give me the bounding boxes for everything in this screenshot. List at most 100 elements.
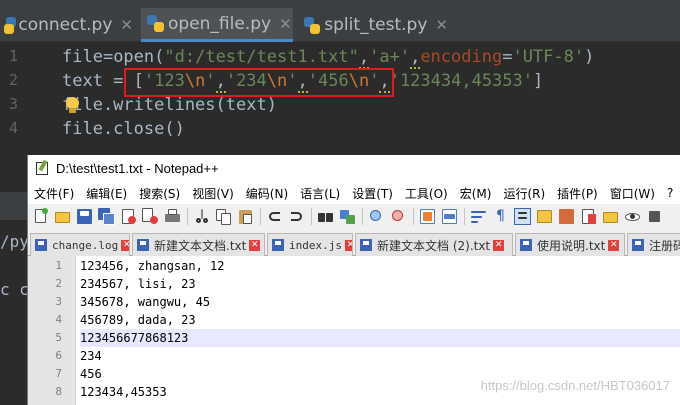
- line-number: 2: [8, 71, 18, 89]
- text-line[interactable]: 234: [80, 347, 680, 365]
- record-macro-icon[interactable]: [646, 208, 663, 225]
- text-line[interactable]: 345678, wangwu, 45: [80, 293, 680, 311]
- close-icon[interactable]: ✕: [344, 239, 352, 251]
- close-icon[interactable]: ✕: [249, 239, 261, 251]
- close-all-icon[interactable]: [142, 207, 159, 225]
- toolbar-separator: [187, 207, 188, 225]
- menu-tools[interactable]: 工具(O): [405, 185, 448, 202]
- word-wrap-icon[interactable]: [470, 208, 487, 225]
- show-all-chars-icon[interactable]: ¶: [492, 208, 509, 225]
- menu-bar: 文件(F) 编辑(E) 搜索(S) 视图(V) 编码(N) 语言(L) 设置(T…: [28, 182, 680, 204]
- tab-label: change.log: [52, 238, 119, 252]
- menu-search[interactable]: 搜索(S): [139, 185, 180, 202]
- menu-plugins[interactable]: 插件(P): [557, 185, 598, 202]
- tab-label: 注册码: [649, 238, 680, 253]
- toolbar-separator: [311, 207, 312, 225]
- ide-tab-bar: connect.py ✕ open_file.py ✕ split_test.p…: [0, 0, 680, 42]
- menu-view[interactable]: 视图(V): [192, 185, 234, 202]
- line-number: 8: [55, 385, 62, 398]
- open-file-icon[interactable]: [54, 208, 71, 225]
- menu-macro[interactable]: 宏(M): [460, 185, 492, 202]
- zoom-in-icon[interactable]: [368, 208, 385, 225]
- notepad-window: D:\test\test1.txt - Notepad++ 文件(F) 编辑(E…: [27, 155, 680, 405]
- menu-file[interactable]: 文件(F): [34, 185, 74, 202]
- zoom-out-icon[interactable]: [390, 208, 407, 225]
- save-icon[interactable]: [76, 208, 93, 225]
- toolbar-separator: [362, 207, 363, 225]
- tab-split-test-py[interactable]: split_test.py ✕: [298, 8, 448, 42]
- copy-icon[interactable]: [215, 208, 232, 225]
- menu-language[interactable]: 语言(L): [300, 185, 340, 202]
- line-number-gutter: 1 2 3 4 5 6 7 8: [28, 256, 76, 405]
- save-all-icon[interactable]: [98, 207, 115, 225]
- menu-encoding[interactable]: 编码(N): [246, 185, 288, 202]
- undo-icon[interactable]: [266, 208, 283, 225]
- tab-label: split_test.py: [324, 15, 428, 35]
- sync-vertical-icon[interactable]: [419, 208, 436, 225]
- text-line[interactable]: 456789, dada, 23: [80, 311, 680, 329]
- code-line-1[interactable]: file=open("d:/test/test1.txt",'a+',encod…: [62, 45, 594, 69]
- replace-icon[interactable]: [339, 208, 356, 225]
- menu-settings[interactable]: 设置(T): [352, 185, 393, 202]
- python-file-icon: [304, 16, 321, 34]
- toolbar-separator: [464, 207, 465, 225]
- doc-tab-registration-code[interactable]: 注册码: [627, 233, 680, 256]
- tab-label: open_file.py: [168, 13, 272, 34]
- doc-tab-usage-notes[interactable]: 使用说明.txt ✕: [515, 233, 625, 256]
- print-icon[interactable]: [164, 208, 181, 225]
- menu-help[interactable]: ?: [667, 186, 673, 200]
- current-text-line[interactable]: 123456677868123: [80, 329, 680, 347]
- doc-tab-new-text-doc-2[interactable]: 新建文本文档 (2).txt ✕: [355, 233, 513, 256]
- line-number: 6: [55, 349, 62, 362]
- menu-edit[interactable]: 编辑(E): [86, 185, 127, 202]
- close-icon[interactable]: ✕: [120, 16, 133, 34]
- document-tab-bar: change.log ✕ 新建文本文档.txt ✕ index.js ✕ 新建文…: [28, 231, 680, 256]
- saved-file-icon: [35, 239, 47, 251]
- close-file-icon[interactable]: [120, 208, 137, 225]
- sync-horizontal-icon[interactable]: [441, 208, 458, 225]
- cut-icon[interactable]: [193, 208, 210, 225]
- line-number: 2: [55, 277, 62, 290]
- monitoring-icon[interactable]: [624, 208, 641, 225]
- code-line-4[interactable]: file.close(): [62, 117, 185, 141]
- tab-open-file-py[interactable]: open_file.py ✕: [141, 8, 293, 42]
- ide-partial-text: /py: [0, 232, 29, 251]
- indent-guide-icon[interactable]: [514, 207, 531, 225]
- lightbulb-icon[interactable]: [66, 97, 79, 114]
- watermark: https://blog.csdn.net/HBT036017: [480, 378, 670, 393]
- doc-tab-change-log[interactable]: change.log ✕: [30, 233, 130, 256]
- doc-map-icon[interactable]: [558, 208, 575, 225]
- close-icon[interactable]: ✕: [608, 239, 620, 251]
- close-icon[interactable]: ✕: [493, 239, 505, 251]
- saved-file-icon: [520, 239, 532, 251]
- udl-icon[interactable]: [536, 208, 553, 225]
- window-title: D:\test\test1.txt - Notepad++: [56, 161, 219, 176]
- close-icon[interactable]: ✕: [435, 16, 448, 34]
- tab-label: connect.py: [18, 15, 113, 35]
- close-icon[interactable]: ✕: [279, 15, 292, 33]
- tab-connect-py[interactable]: connect.py ✕: [0, 8, 133, 42]
- paste-icon[interactable]: [237, 208, 254, 225]
- new-file-icon[interactable]: [32, 207, 49, 225]
- line-number: 1: [8, 47, 18, 65]
- line-number: 4: [8, 119, 18, 137]
- python-file-icon: [4, 16, 16, 34]
- menu-window[interactable]: 窗口(W): [610, 185, 655, 202]
- menu-run[interactable]: 运行(R): [503, 185, 545, 202]
- doc-tab-new-text-doc[interactable]: 新建文本文档.txt ✕: [132, 233, 265, 256]
- tab-label: 新建文本文档.txt: [154, 238, 247, 253]
- doc-tab-index-js[interactable]: index.js ✕: [267, 233, 353, 256]
- close-icon[interactable]: ✕: [121, 239, 129, 251]
- text-line[interactable]: 234567, lisi, 23: [80, 275, 680, 293]
- folder-workspace-icon[interactable]: [602, 208, 619, 225]
- python-file-icon: [147, 15, 164, 32]
- line-number: 5: [55, 331, 62, 344]
- redo-icon[interactable]: [288, 208, 305, 225]
- toolbar: ¶: [28, 204, 680, 228]
- find-icon[interactable]: [317, 208, 334, 225]
- text-line[interactable]: 123456, zhangsan, 12: [80, 257, 680, 275]
- toolbar-separator: [260, 207, 261, 225]
- line-number: 7: [55, 367, 62, 380]
- highlight-box: [124, 68, 394, 97]
- function-list-icon[interactable]: [580, 208, 597, 225]
